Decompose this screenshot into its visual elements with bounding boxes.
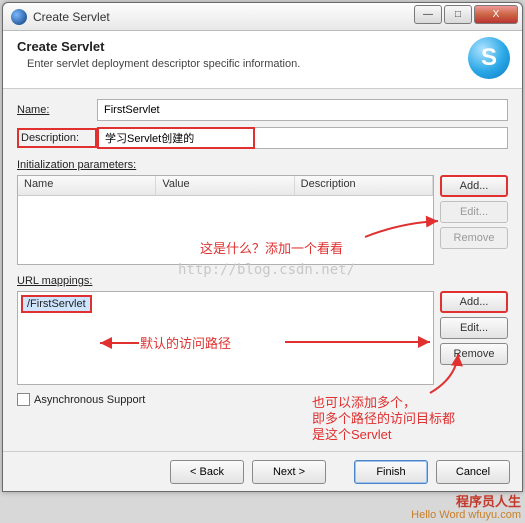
dialog-window: Create Servlet — □ X Create Servlet Ente…	[2, 2, 523, 492]
back-button[interactable]: < Back	[170, 460, 244, 484]
name-label: Name:	[17, 104, 97, 116]
url-mappings-label: URL mappings:	[17, 275, 508, 287]
close-button[interactable]: X	[474, 5, 518, 24]
titlebar[interactable]: Create Servlet — □ X	[3, 3, 522, 31]
url-mapping-remove-button[interactable]: Remove	[440, 343, 508, 365]
button-bar: < Back Next > Finish Cancel	[3, 451, 522, 491]
init-param-edit-button: Edit...	[440, 201, 508, 223]
page-subtitle: Enter servlet deployment descriptor spec…	[27, 58, 508, 70]
async-label: Asynchronous Support	[34, 394, 145, 406]
url-mapping-add-button[interactable]: Add...	[440, 291, 508, 313]
url-mappings-list[interactable]: /FirstServlet	[17, 291, 434, 385]
maximize-button[interactable]: □	[444, 5, 472, 24]
servlet-icon: S	[468, 37, 510, 79]
brand-line2: Hello Word wfuyu.com	[411, 509, 521, 521]
page-title: Create Servlet	[17, 39, 508, 54]
next-button[interactable]: Next >	[252, 460, 326, 484]
dialog-body: Name: Description: Initialization parame…	[3, 89, 522, 412]
app-icon	[11, 9, 27, 25]
header-banner: Create Servlet Enter servlet deployment …	[3, 31, 522, 89]
init-params-label: Initialization parameters:	[17, 159, 508, 171]
name-input[interactable]	[97, 99, 508, 121]
description-input-ext[interactable]	[255, 127, 508, 149]
cancel-button[interactable]: Cancel	[436, 460, 510, 484]
col-description[interactable]: Description	[295, 176, 433, 195]
init-param-add-button[interactable]: Add...	[440, 175, 508, 197]
url-mapping-edit-button[interactable]: Edit...	[440, 317, 508, 339]
brand-watermark: 程序员人生 Hello Word wfuyu.com	[411, 495, 521, 521]
window-title: Create Servlet	[33, 10, 110, 24]
col-value[interactable]: Value	[156, 176, 294, 195]
init-params-table[interactable]: Name Value Description	[17, 175, 434, 265]
init-param-remove-button: Remove	[440, 227, 508, 249]
async-checkbox[interactable]	[17, 393, 30, 406]
description-label: Description:	[17, 128, 97, 148]
url-mapping-item[interactable]: /FirstServlet	[21, 295, 92, 313]
minimize-button[interactable]: —	[414, 5, 442, 24]
description-input[interactable]	[97, 127, 255, 149]
col-name[interactable]: Name	[18, 176, 156, 195]
brand-line1: 程序员人生	[456, 494, 521, 509]
finish-button[interactable]: Finish	[354, 460, 428, 484]
